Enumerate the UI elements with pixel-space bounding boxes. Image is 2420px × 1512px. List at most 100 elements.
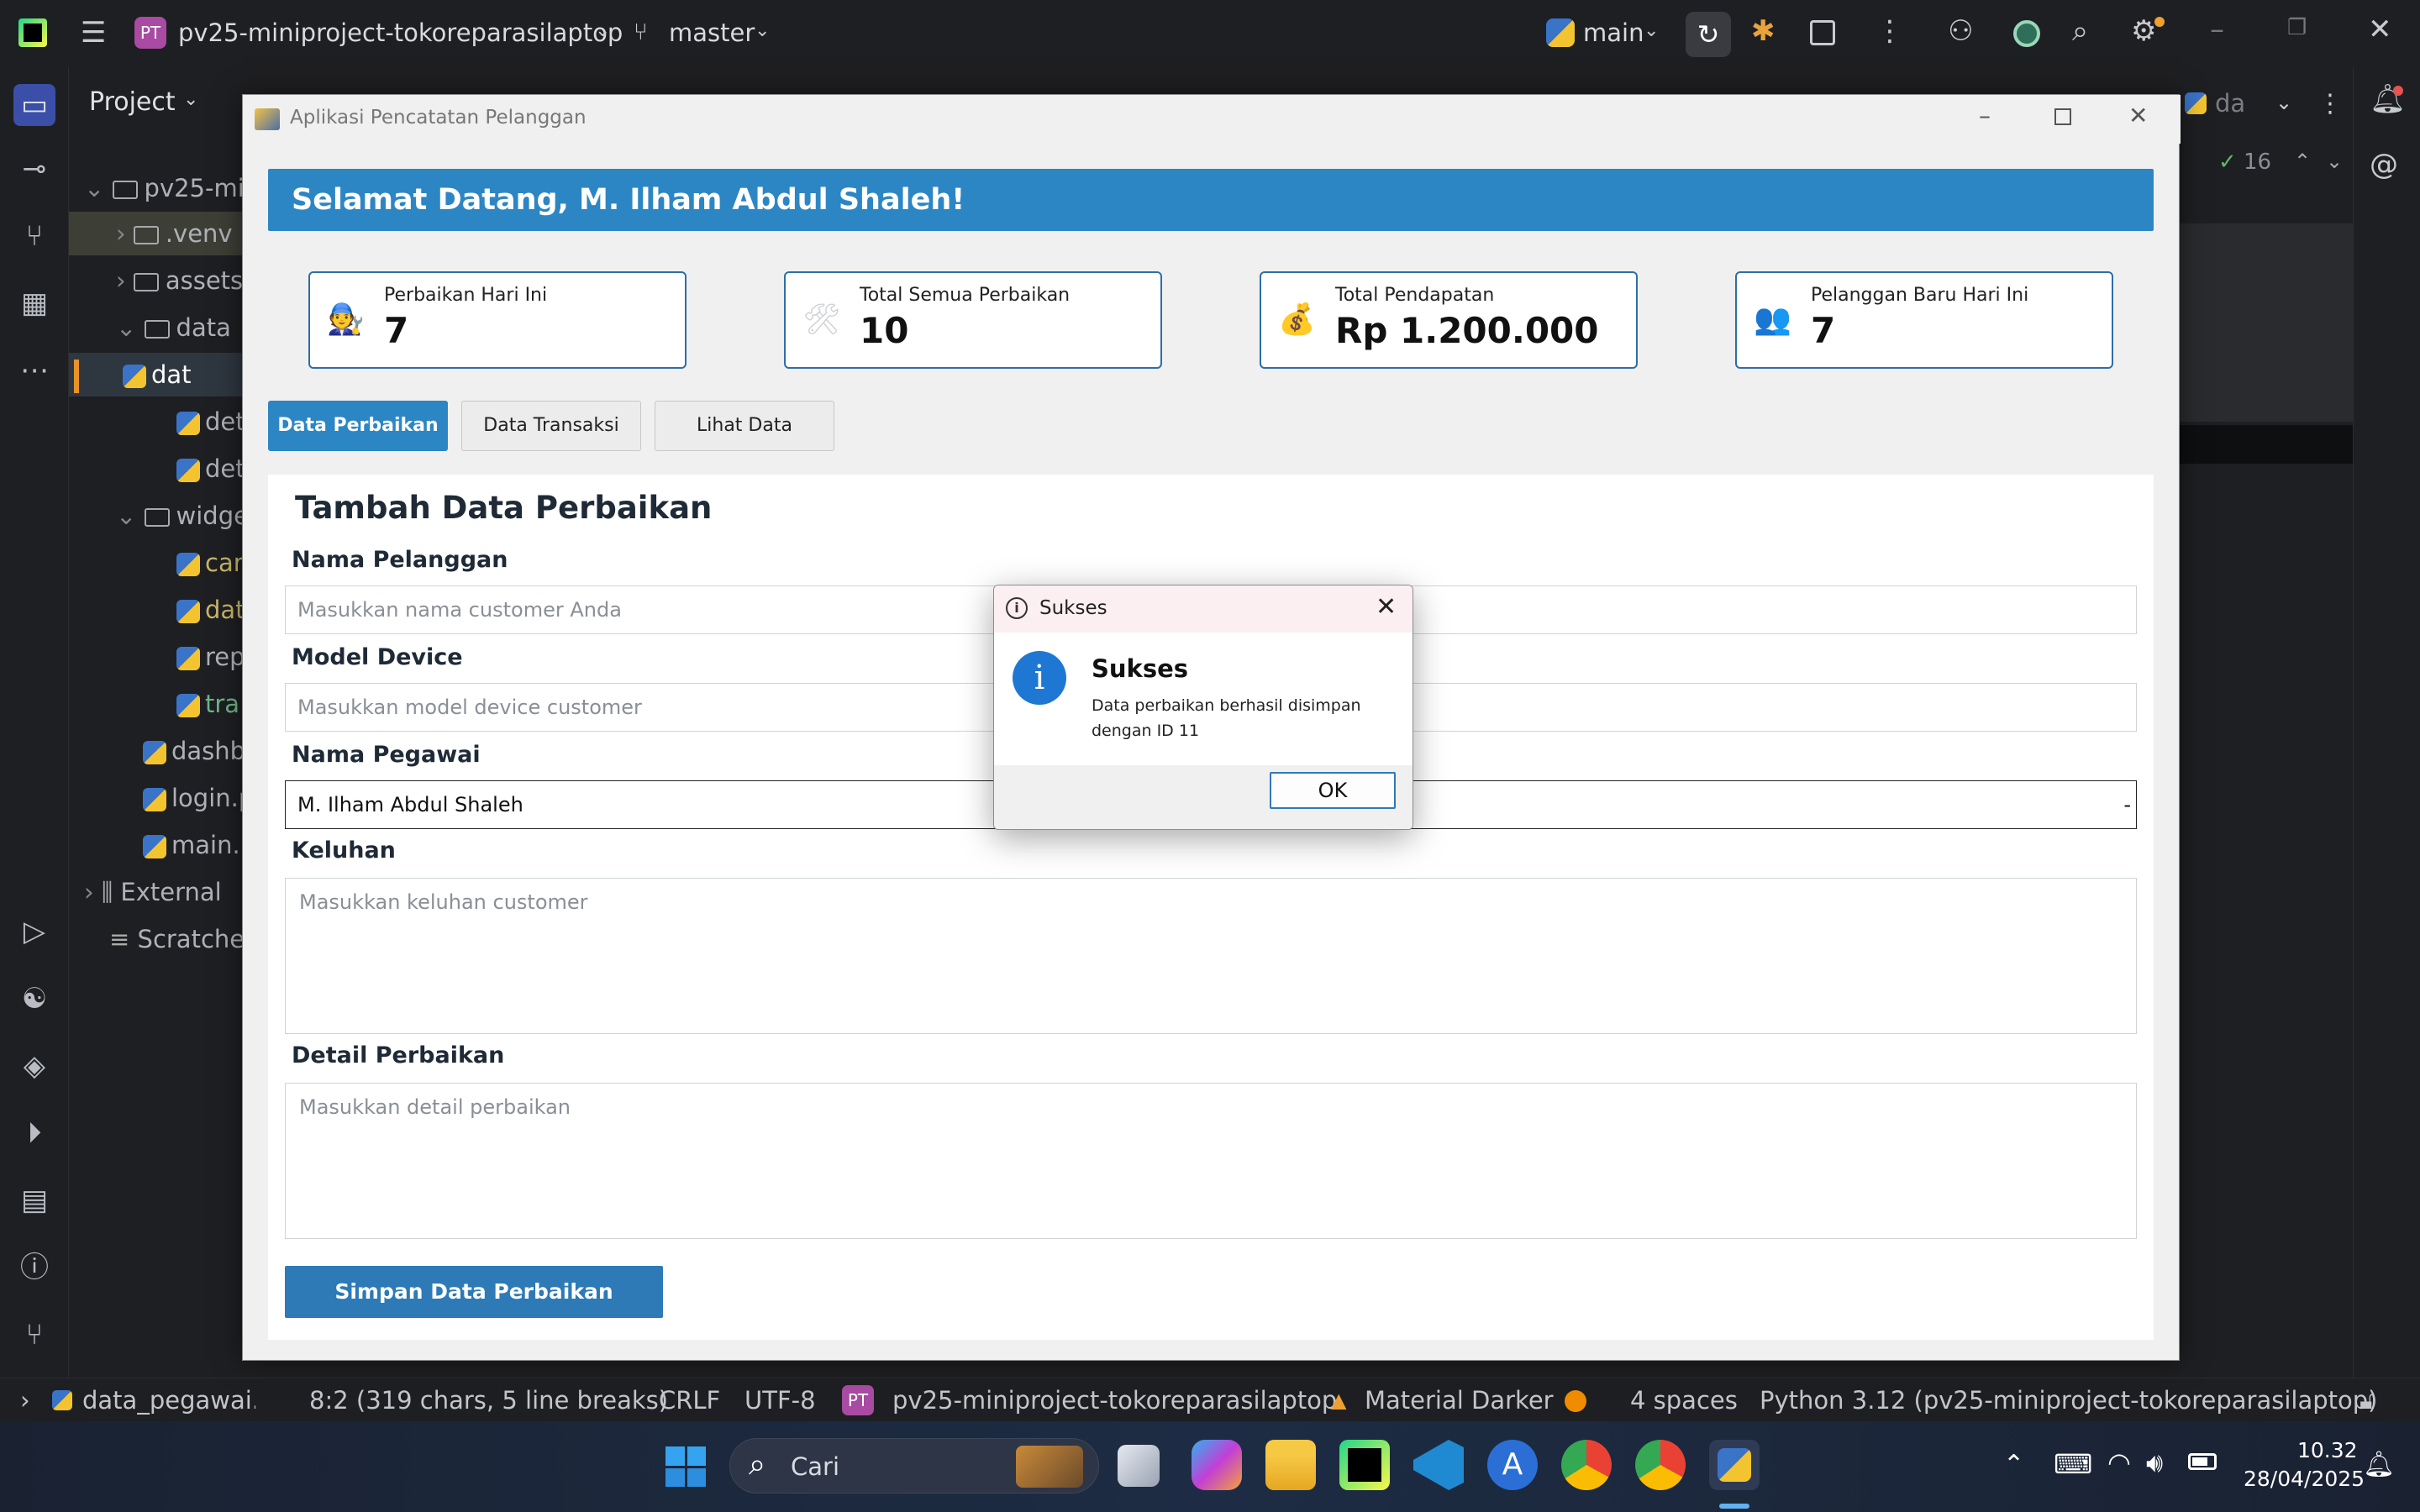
app-store-icon[interactable]: A — [1487, 1440, 1538, 1490]
chevron-up-icon[interactable]: ⌃ — [2294, 150, 2311, 173]
layers-icon[interactable]: ◈ — [13, 1045, 55, 1087]
ai-assistant-icon[interactable] — [2013, 20, 2040, 47]
more-horizontal-icon[interactable]: ⋯ — [13, 349, 55, 391]
stop-icon[interactable] — [1810, 20, 1835, 45]
file-encoding[interactable]: UTF-8 — [744, 1378, 816, 1422]
line-separator[interactable]: CRLF — [659, 1378, 720, 1422]
run-config-name[interactable]: main — [1583, 18, 1644, 47]
maximize-icon[interactable] — [2054, 108, 2071, 125]
chevron-down-icon[interactable]: ⌄ — [2275, 91, 2292, 114]
editor-tab-label[interactable]: da — [2215, 89, 2245, 118]
settings-gear-icon[interactable]: ⚙ — [2131, 17, 2156, 45]
tool-window-title[interactable]: Project — [89, 87, 176, 117]
add-user-icon[interactable]: ⚇ — [1948, 17, 1973, 45]
caret-position[interactable]: 8:2 (319 chars, 5 line breaks) — [309, 1378, 668, 1422]
lock-icon[interactable]: 🔓︎ — [2360, 1378, 2375, 1422]
rerun-button[interactable]: ↻ — [1686, 12, 1731, 57]
restore-icon[interactable]: ❐ — [2287, 17, 2307, 39]
chevron-down-icon[interactable]: ⌄ — [1644, 22, 1659, 40]
tree-item[interactable]: ⌄ pv25-mi — [69, 166, 245, 210]
services-icon[interactable]: ⏵ — [13, 1112, 55, 1154]
git-icon[interactable]: ⑂ — [13, 1314, 55, 1356]
detail-textarea[interactable]: Masukkan detail perbaikan — [285, 1083, 2137, 1239]
tree-item[interactable]: tra — [69, 682, 245, 726]
complaint-textarea[interactable]: Masukkan keluhan customer — [285, 878, 2137, 1034]
tree-item[interactable]: det — [69, 447, 245, 491]
main-menu-icon[interactable]: ☰ — [81, 18, 106, 47]
tree-item[interactable]: dat — [69, 353, 245, 396]
tab-data-perbaikan[interactable]: Data Perbaikan — [268, 401, 448, 451]
python-taskbar-icon[interactable] — [1709, 1440, 1760, 1490]
chevron-down-icon[interactable]: ⌄ — [183, 89, 198, 110]
problems-icon[interactable]: ⓘ — [13, 1247, 55, 1289]
status-dot[interactable] — [1565, 1390, 1586, 1412]
project-name[interactable]: pv25-miniproject-tokoreparasilaptop — [178, 18, 623, 47]
close-icon[interactable]: ✕ — [2128, 102, 2148, 129]
ai-spiral-icon[interactable]: @ — [2370, 148, 2398, 181]
vscode-icon[interactable] — [1413, 1440, 1464, 1490]
wifi-icon[interactable]: ◠ — [2107, 1446, 2131, 1478]
breadcrumb-file[interactable]: data_pegawai.p — [82, 1378, 255, 1422]
project-folder-icon[interactable]: ▭ — [13, 84, 55, 126]
close-icon[interactable]: ✕ — [1376, 592, 1397, 622]
tab-data-transaksi[interactable]: Data Transaksi — [461, 401, 641, 451]
inspection-count[interactable]: 16 — [2244, 150, 2271, 175]
indent-setting[interactable]: 4 spaces — [1630, 1378, 1738, 1422]
tree-item[interactable]: login.p — [69, 776, 245, 820]
battery-icon[interactable] — [2188, 1453, 2217, 1470]
commit-icon[interactable]: ⊸ — [13, 148, 55, 190]
chevron-down-icon[interactable]: ⌄ — [595, 22, 610, 40]
tree-item[interactable]: dashb — [69, 729, 245, 773]
tree-item[interactable]: › .venv — [69, 212, 245, 255]
save-repair-button[interactable]: Simpan Data Perbaikan — [285, 1266, 663, 1318]
pycharm-logo-icon[interactable] — [18, 18, 47, 47]
run-icon[interactable]: ▷ — [13, 911, 55, 953]
tree-item[interactable]: ≡ Scratche — [69, 917, 245, 961]
pull-requests-icon[interactable]: ⑂ — [13, 215, 55, 257]
tree-item[interactable]: main.p — [69, 823, 245, 867]
chrome-icon[interactable] — [1561, 1440, 1612, 1490]
chrome-profile-icon[interactable] — [1635, 1440, 1686, 1490]
file-explorer-icon[interactable] — [1265, 1440, 1316, 1490]
ok-button[interactable]: OK — [1270, 772, 1396, 809]
tree-item[interactable]: car — [69, 541, 245, 585]
dropdown-arrow-icon[interactable]: - — [2123, 781, 2131, 828]
python-interpreter[interactable]: Python 3.12 (pv25-miniproject-tokorepara… — [1760, 1378, 2378, 1422]
pycharm-taskbar-icon[interactable] — [1339, 1440, 1390, 1490]
tree-item[interactable]: ⌄ widge — [69, 494, 245, 538]
volume-icon[interactable]: 🔊︎ — [2146, 1446, 2163, 1479]
tree-item[interactable]: det — [69, 400, 245, 444]
close-icon[interactable]: ✕ — [2368, 15, 2392, 44]
status-project-name[interactable]: pv25-miniproject-tokoreparasilaptop — [892, 1378, 1337, 1422]
keyboard-icon[interactable]: ⌨ — [2054, 1448, 2092, 1480]
tree-item[interactable]: ⌄ data — [69, 306, 245, 349]
taskbar-search[interactable]: ⌕ Cari — [729, 1438, 1099, 1494]
tab-lihat-data[interactable]: Lihat Data — [655, 401, 834, 451]
clock-date[interactable]: 28/04/2025 — [2244, 1467, 2365, 1491]
minimize-icon[interactable]: – — [1979, 102, 1991, 129]
clock-time[interactable]: 10.32 — [2297, 1438, 2358, 1462]
python-console-icon[interactable]: ☯ — [13, 978, 55, 1020]
start-icon[interactable] — [666, 1446, 706, 1487]
project-badge[interactable]: PT — [134, 17, 166, 49]
debug-icon[interactable]: ✱ — [1751, 17, 1776, 45]
theme-name[interactable]: Material Darker — [1365, 1378, 1554, 1422]
copilot-icon[interactable] — [1192, 1440, 1242, 1490]
more-vertical-icon[interactable]: ⋮ — [1876, 17, 1904, 45]
tree-item[interactable]: rep — [69, 635, 245, 679]
minimize-icon[interactable]: – — [2210, 15, 2224, 44]
search-icon[interactable]: ⌕ — [2072, 17, 2088, 45]
chevron-down-icon[interactable]: ⌄ — [2326, 150, 2343, 173]
tree-item[interactable]: › assets — [69, 259, 245, 302]
branch-name[interactable]: master — [669, 18, 755, 47]
task-view-icon[interactable] — [1118, 1445, 1160, 1487]
tree-item[interactable]: › ⫼ External — [69, 870, 245, 914]
terminal-icon[interactable]: ▤ — [13, 1179, 55, 1221]
chevron-right-icon[interactable]: › — [20, 1378, 30, 1422]
tree-item[interactable]: dat — [69, 588, 245, 632]
chevron-up-icon[interactable]: ⌃ — [2003, 1450, 2024, 1479]
chevron-down-icon[interactable]: ⌄ — [755, 22, 770, 40]
notification-center-icon[interactable]: 🔔︎ — [2363, 1450, 2395, 1479]
more-vertical-icon[interactable]: ⋮ — [2317, 89, 2343, 118]
structure-icon[interactable]: ▦ — [13, 282, 55, 324]
